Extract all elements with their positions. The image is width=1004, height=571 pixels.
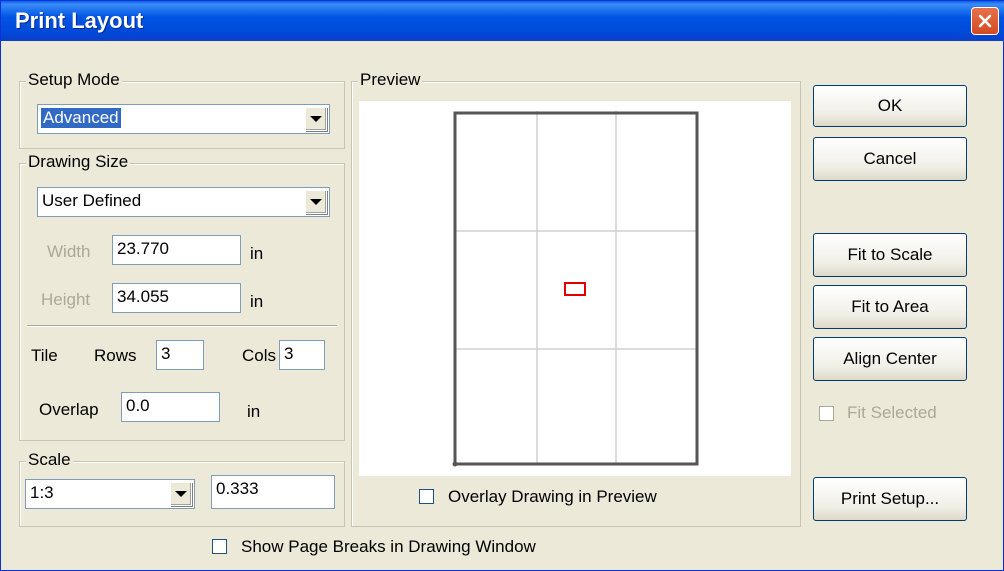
- overlap-label: Overlap: [39, 400, 99, 419]
- page-breaks-label[interactable]: Show Page Breaks in Drawing Window: [241, 537, 536, 557]
- scale-factor-input[interactable]: [212, 476, 334, 502]
- align-center-button[interactable]: Align Center: [813, 337, 967, 381]
- rows-label: Rows: [94, 346, 137, 365]
- overlay-label[interactable]: Overlay Drawing in Preview: [448, 487, 657, 507]
- ok-button[interactable]: OK: [813, 85, 967, 127]
- setup-mode-dropdown-button[interactable]: [305, 107, 327, 131]
- drawing-size-label: Drawing Size: [26, 152, 131, 172]
- setup-mode-value: Advanced: [41, 108, 121, 128]
- width-label: Width: [47, 242, 91, 261]
- cols-field[interactable]: [279, 340, 325, 370]
- print-setup-button[interactable]: Print Setup...: [813, 477, 967, 521]
- scale-ratio-select[interactable]: 1:3: [25, 479, 195, 509]
- cancel-button[interactable]: Cancel: [813, 137, 967, 181]
- title-bar[interactable]: Print Layout: [1, 1, 1004, 41]
- drawing-size-dropdown-button[interactable]: [305, 190, 327, 214]
- scale-factor-field[interactable]: [211, 475, 335, 509]
- overlap-field[interactable]: [121, 392, 220, 422]
- width-field[interactable]: [112, 235, 241, 265]
- dialog-title: Print Layout: [15, 8, 144, 33]
- preview-canvas: [359, 101, 791, 476]
- rows-field[interactable]: [156, 340, 204, 370]
- ok-label: OK: [877, 96, 903, 115]
- drawing-size-select[interactable]: User Defined: [37, 187, 330, 217]
- height-field[interactable]: [112, 283, 241, 313]
- cols-label: Cols: [242, 346, 277, 365]
- height-label: Height: [41, 290, 91, 309]
- width-input[interactable]: [113, 236, 240, 262]
- fit-selected-checkbox[interactable]: [819, 406, 834, 421]
- chevron-down-icon: [310, 199, 322, 205]
- chevron-down-icon: [310, 116, 322, 122]
- height-unit: in: [250, 292, 264, 311]
- page-breaks-checkbox[interactable]: [212, 539, 227, 554]
- fit-to-scale-label: Fit to Scale: [847, 245, 933, 264]
- close-button[interactable]: [971, 7, 999, 35]
- cancel-label: Cancel: [863, 149, 917, 168]
- overlay-checkbox[interactable]: [419, 489, 434, 504]
- align-center-label: Align Center: [843, 349, 937, 368]
- cols-input[interactable]: [280, 341, 324, 367]
- origin-marker: [452, 461, 458, 467]
- drawing-marker: [564, 282, 586, 296]
- fit-to-scale-button[interactable]: Fit to Scale: [813, 233, 967, 277]
- close-icon: [978, 14, 992, 28]
- overlap-unit: in: [247, 402, 261, 421]
- print-setup-label: Print Setup...: [840, 489, 940, 508]
- preview-label: Preview: [358, 70, 423, 90]
- width-unit: in: [250, 244, 264, 263]
- setup-mode-select[interactable]: Advanced: [37, 104, 330, 134]
- fit-selected-label: Fit Selected: [847, 403, 937, 422]
- print-layout-dialog: Print Layout Setup Mode Advanced Drawing…: [0, 0, 1004, 571]
- setup-mode-label: Setup Mode: [26, 70, 122, 90]
- scale-label: Scale: [26, 450, 73, 470]
- overlap-input[interactable]: [122, 393, 219, 419]
- drawing-size-value: User Defined: [42, 191, 142, 210]
- rows-input[interactable]: [157, 341, 203, 367]
- scale-ratio-value: 1:3: [30, 483, 54, 502]
- height-input[interactable]: [113, 284, 240, 310]
- page-boundary: [453, 111, 699, 466]
- preview-page: [452, 111, 699, 467]
- tile-separator: [27, 325, 337, 327]
- fit-to-area-button[interactable]: Fit to Area: [813, 285, 967, 329]
- fit-to-area-label: Fit to Area: [851, 297, 929, 316]
- scale-dropdown-button[interactable]: [170, 482, 192, 506]
- chevron-down-icon: [175, 491, 187, 497]
- tile-label: Tile: [31, 346, 58, 365]
